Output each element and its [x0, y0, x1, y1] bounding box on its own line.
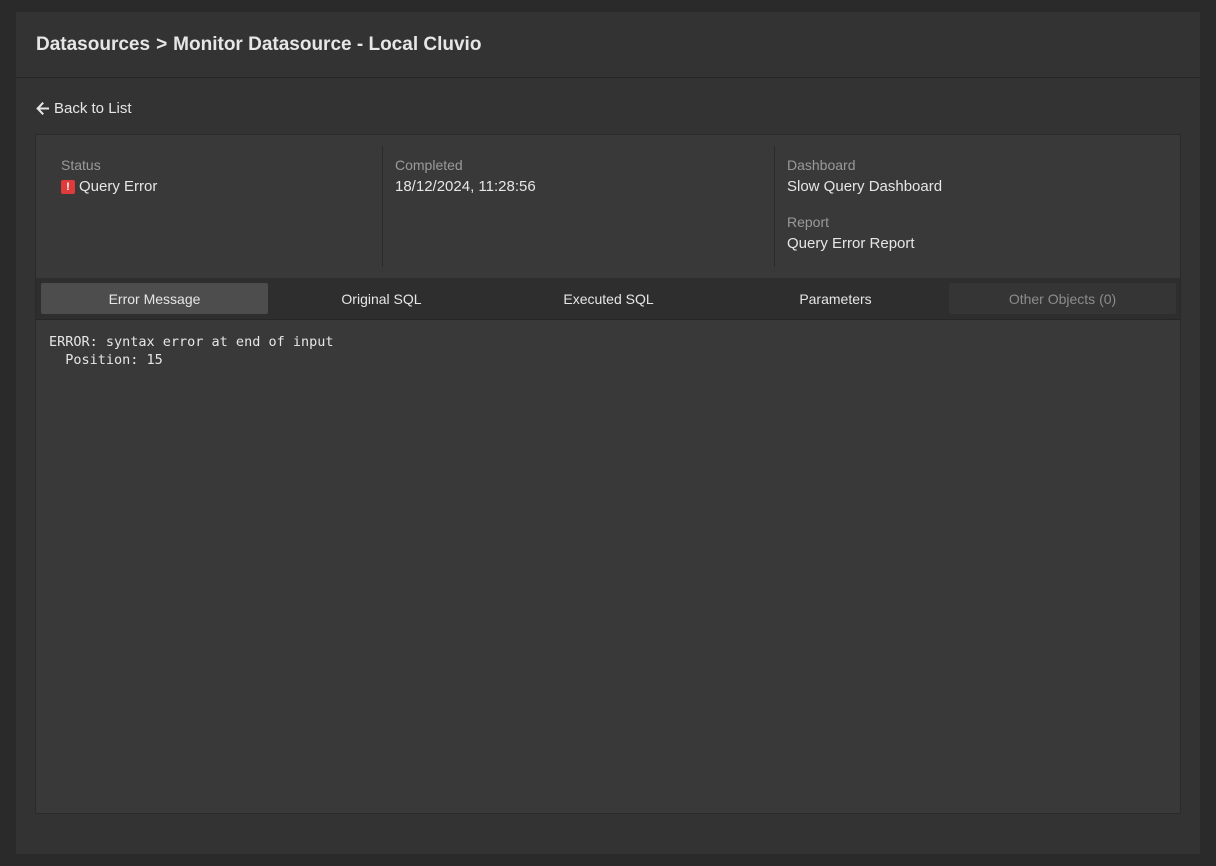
breadcrumb-root[interactable]: Datasources — [36, 34, 150, 56]
info-summary: Status ! Query Error Completed 18/12/202… — [36, 135, 1180, 278]
status-label: Status — [61, 157, 101, 173]
completed-section: Completed 18/12/2024, 11:28:56 — [383, 146, 775, 267]
monitor-details-panel: Status ! Query Error Completed 18/12/202… — [35, 134, 1181, 814]
error-icon: ! — [61, 180, 75, 194]
dashboard-value[interactable]: Slow Query Dashboard — [787, 177, 1180, 197]
status-text: Query Error — [79, 178, 158, 195]
breadcrumb-separator: > — [156, 33, 168, 55]
back-to-list-label: Back to List — [54, 100, 132, 117]
status-section: Status ! Query Error — [36, 146, 383, 267]
completed-value: 18/12/2024, 11:28:56 — [395, 178, 536, 195]
back-to-list-link[interactable]: Back to List — [36, 100, 132, 117]
arrow-left-icon — [36, 102, 49, 115]
page-header: Datasources > Monitor Datasource - Local… — [16, 12, 1200, 78]
tab-parameters[interactable]: Parameters — [722, 283, 949, 314]
error-message-text: ERROR: syntax error at end of input Posi… — [49, 334, 334, 368]
tab-error-message[interactable]: Error Message — [41, 283, 268, 314]
report-value[interactable]: Query Error Report — [787, 234, 1180, 254]
tab-other-objects: Other Objects (0) — [949, 283, 1176, 314]
dashboard-report-section: Dashboard Slow Query Dashboard Report Qu… — [775, 146, 1180, 267]
detail-tabs: Error Message Original SQL Executed SQL … — [36, 278, 1180, 320]
page-title: Monitor Datasource - Local Cluvio — [173, 33, 482, 55]
tab-original-sql[interactable]: Original SQL — [268, 283, 495, 314]
report-label: Report — [787, 214, 830, 230]
datasource-monitor-window: Datasources > Monitor Datasource - Local… — [16, 12, 1200, 854]
breadcrumb: Datasources > Monitor Datasource - Local… — [36, 34, 481, 56]
tab-content: ERROR: syntax error at end of input Posi… — [36, 320, 1180, 382]
dashboard-label: Dashboard — [787, 157, 856, 173]
status-value: ! Query Error — [61, 177, 382, 197]
completed-label: Completed — [395, 157, 463, 173]
tab-executed-sql[interactable]: Executed SQL — [495, 283, 722, 314]
